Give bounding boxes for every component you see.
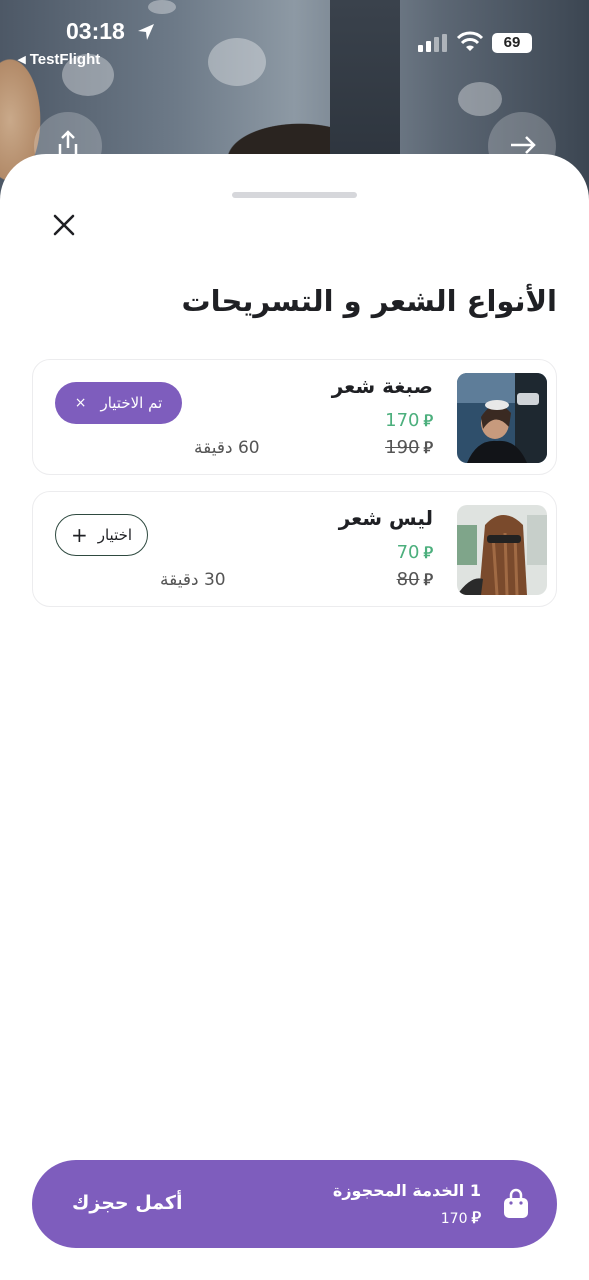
service-price: 170 ⃁	[385, 410, 433, 431]
service-old-price: 80 ⃁	[397, 569, 433, 590]
service-thumbnail	[457, 373, 547, 463]
status-bar: 03:18 ◂ TestFlight 69	[0, 0, 589, 80]
service-price: 70 ⃁	[397, 542, 433, 563]
deselect-service-button[interactable]: تم الاختيار ×	[55, 382, 182, 424]
riyal-icon: ⃁	[423, 570, 433, 589]
services-sheet: الأنواع الشعر و التسريحات صبغة شعر 170 ⃁ …	[0, 154, 589, 1280]
sheet-grabber[interactable]	[232, 192, 357, 198]
old-price-value: 80	[396, 569, 420, 590]
riyal-icon: ⃁	[471, 1208, 481, 1227]
service-duration: 30 دقيقة	[160, 570, 226, 590]
background-lamp	[458, 82, 502, 116]
service-card[interactable]: صبغة شعر 170 ⃁ 190 ⃁ 60 دقيقة تم الاختيار …	[32, 359, 557, 475]
total-value: 170	[440, 1211, 468, 1227]
price-value: 70	[396, 542, 420, 563]
old-price-value: 190	[385, 437, 420, 458]
sheet-title: الأنواع الشعر و التسريحات	[181, 284, 557, 318]
service-duration: 60 دقيقة	[194, 438, 260, 458]
complete-booking-label: أكمل حجزك	[72, 1192, 183, 1214]
chip-label: تم الاختيار	[100, 394, 163, 412]
service-old-price: 190 ⃁	[385, 437, 433, 458]
back-to-testflight-link[interactable]: ◂ TestFlight	[18, 50, 100, 68]
service-name: صبغة شعر	[331, 374, 433, 398]
chip-label: اختيار	[97, 526, 133, 544]
location-arrow-icon	[138, 24, 154, 40]
remove-icon: ×	[74, 395, 87, 411]
wifi-icon	[456, 31, 484, 51]
riyal-icon: ⃁	[423, 411, 433, 430]
price-value: 170	[385, 410, 420, 431]
riyal-icon: ⃁	[423, 438, 433, 457]
service-card[interactable]: ليس شعر 70 ⃁ 80 ⃁ 30 دقيقة اختيار +	[32, 491, 557, 607]
plus-icon: +	[70, 523, 88, 547]
booked-services-count: 1 الخدمة المحجوزة	[332, 1181, 481, 1200]
riyal-icon: ⃁	[423, 543, 433, 562]
close-icon[interactable]	[48, 209, 80, 241]
cellular-signal-icon	[418, 34, 447, 52]
status-time: 03:18	[66, 18, 125, 44]
select-service-button[interactable]: اختيار +	[55, 514, 148, 556]
shopping-bag-icon	[504, 1188, 528, 1218]
service-name: ليس شعر	[338, 506, 433, 530]
battery-indicator: 69	[492, 33, 532, 53]
complete-booking-button[interactable]: 1 الخدمة المحجوزة 170 ⃁ أكمل حجزك	[32, 1160, 557, 1248]
booking-total: 170 ⃁	[441, 1208, 481, 1228]
service-thumbnail	[457, 505, 547, 595]
